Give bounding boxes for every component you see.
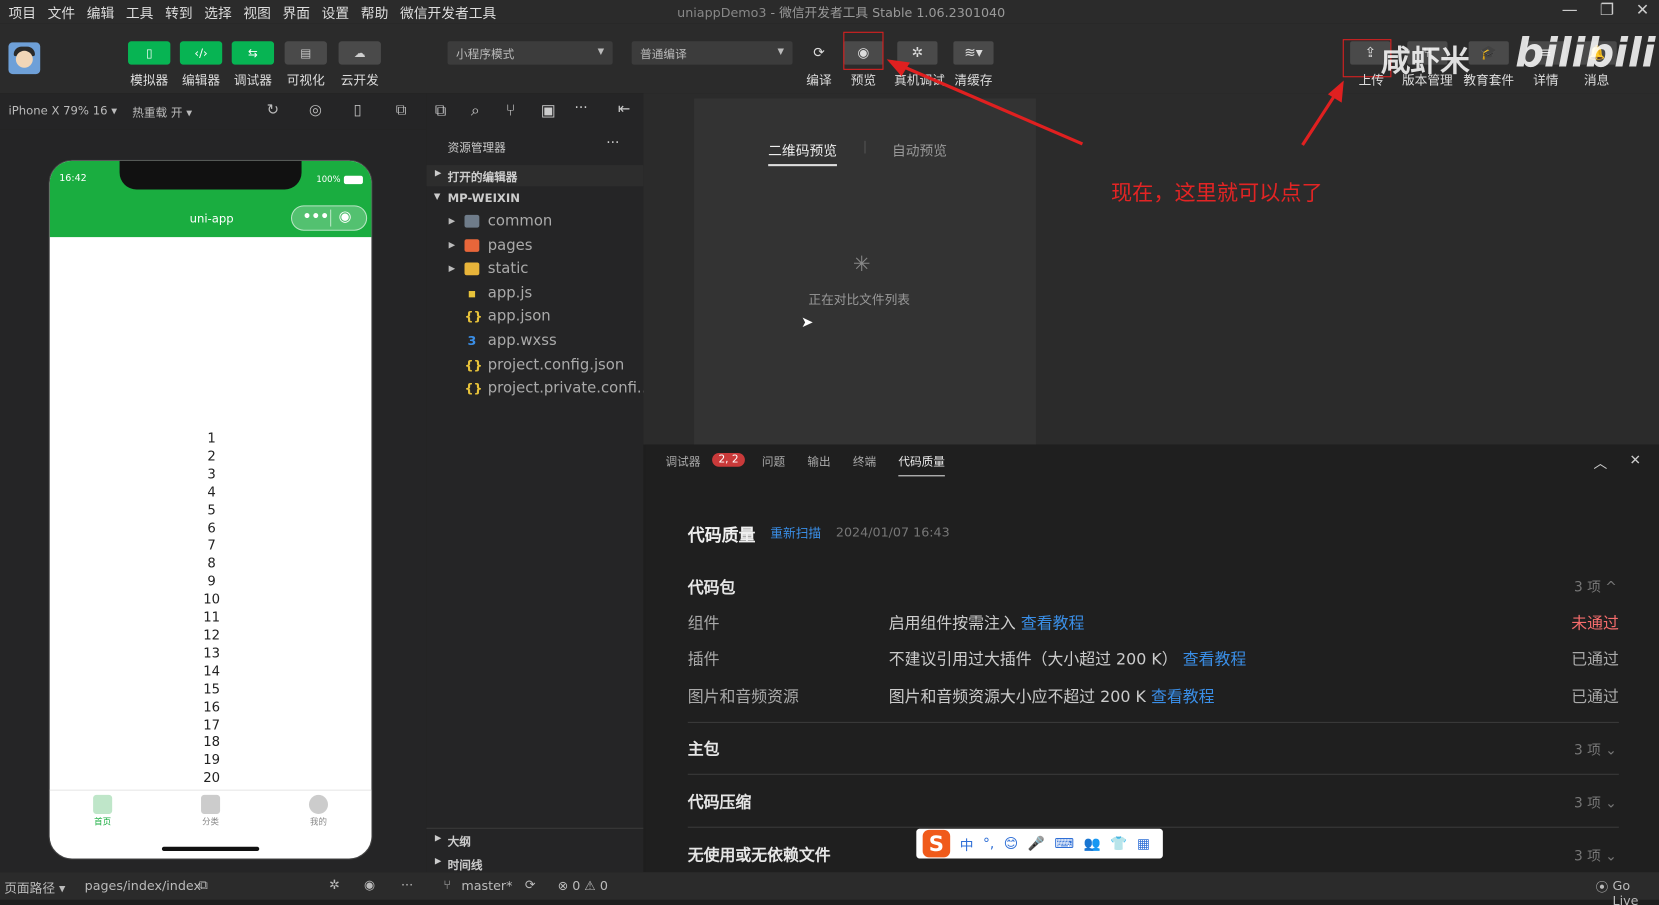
branch-icon: ⑂ (443, 877, 451, 893)
grid-icon[interactable]: ▦ (1137, 836, 1150, 852)
tab-problems[interactable]: 问题 (762, 453, 785, 470)
tab-debugger[interactable]: 调试器 (666, 453, 701, 470)
page-path-select[interactable]: 页面路径 ▾ (4, 879, 65, 897)
arrowhead-preview (886, 59, 910, 77)
package-count[interactable]: 3 项 ^ (1574, 576, 1617, 596)
cq-row-status: 未通过 (1571, 613, 1619, 633)
ime-toolbar[interactable]: S 中 °, 😊 🎤 ⌨ 👥 👕 ▦ (916, 828, 1163, 859)
sync-icon[interactable]: ⟳ (525, 877, 536, 892)
bottom-panel: 调试器 2, 2 问题 输出 终端 代码质量 ︿ ✕ 代码质量 重新扫描 202… (645, 444, 1659, 873)
error-badge: 2, 2 (712, 453, 746, 467)
cq-row-status: 已通过 (1571, 649, 1619, 669)
divider (687, 826, 1619, 828)
cq-row-desc: 不建议引用过大插件（大小超过 200 K） 查看教程 (888, 649, 1247, 669)
tutorial-link[interactable]: 查看教程 (1021, 614, 1085, 633)
go-live-button[interactable]: Go Live (1613, 879, 1659, 905)
scan-time: 2024/01/07 16:43 (835, 525, 950, 540)
cq-row-name: 图片和音频资源 (687, 686, 799, 707)
broadcast-icon: ⦿ (1595, 879, 1609, 895)
mic-icon[interactable]: 🎤 (1028, 836, 1045, 852)
annotation-text: 现在，这里就可以点了 (1111, 179, 1323, 206)
cq-row-name: 组件 (687, 613, 720, 633)
package-section-title[interactable]: 代码包 (688, 576, 736, 598)
cq-row-desc: 图片和音频资源大小应不超过 200 K 查看教程 (888, 686, 1215, 707)
compress-title[interactable]: 代码压缩 (688, 791, 752, 813)
main-package-count[interactable]: 3 项 ⌄ (1574, 739, 1617, 759)
cq-row-status: 已通过 (1571, 686, 1619, 707)
tab-output[interactable]: 输出 (807, 453, 830, 470)
emoji-icon[interactable]: 😊 (1004, 836, 1018, 852)
main-package-title[interactable]: 主包 (688, 738, 720, 760)
sogou-logo: S (922, 829, 951, 858)
tutorial-link[interactable]: 查看教程 (1151, 687, 1215, 706)
unused-files-title[interactable]: 无使用或无依赖文件 (688, 844, 831, 866)
compress-count[interactable]: 3 项 ⌄ (1574, 792, 1617, 812)
problems-count[interactable]: ⊗ 0 ⚠ 0 (558, 879, 608, 894)
ime-punct[interactable]: °, (983, 836, 994, 852)
cq-row-name: 插件 (687, 649, 720, 669)
tutorial-link[interactable]: 查看教程 (1183, 650, 1247, 669)
tab-code-quality[interactable]: 代码质量 (898, 453, 945, 477)
keyboard-icon[interactable]: ⌨ (1054, 836, 1074, 852)
divider (687, 721, 1619, 723)
close-icon[interactable]: ✕ (1629, 453, 1641, 469)
copy-icon[interactable]: ⧉ (199, 877, 208, 893)
divider (687, 773, 1619, 775)
ime-lang[interactable]: 中 (960, 834, 974, 854)
users-icon[interactable]: 👥 (1084, 836, 1101, 852)
rescan-link[interactable]: 重新扫描 (770, 524, 821, 542)
more-icon[interactable]: ··· (401, 877, 413, 892)
cq-row-desc: 启用组件按需注入 查看教程 (888, 613, 1085, 633)
git-branch[interactable]: master* (461, 879, 512, 894)
eye-icon[interactable]: ◉ (364, 877, 375, 892)
arrow-to-preview (890, 59, 1084, 146)
cq-title: 代码质量 (687, 525, 756, 546)
skin-icon[interactable]: 👕 (1110, 836, 1127, 852)
status-bar: 页面路径 ▾ pages/index/index ⧉ ✲ ◉ ··· ⑂ mas… (0, 872, 1659, 905)
bug-icon[interactable]: ✲ (329, 877, 340, 892)
unused-files-count[interactable]: 3 项 ⌄ (1574, 845, 1617, 865)
page-path: pages/index/index (84, 878, 202, 894)
chevron-up-icon[interactable]: ︿ (1593, 452, 1607, 472)
tab-terminal[interactable]: 终端 (853, 453, 876, 470)
